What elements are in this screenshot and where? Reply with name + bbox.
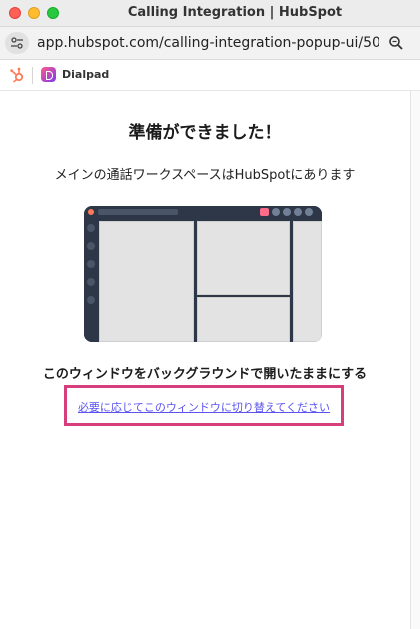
illustration-side-dot [87,260,95,268]
illustration-panel [293,221,322,342]
illustration-panel [99,221,194,342]
hubspot-sprocket-icon [10,67,24,83]
illustration-side-dot [87,242,95,250]
app-header: Dialpad [0,60,420,91]
page-subtitle: メインの通話ワークスペースはHubSpotにあります [54,168,356,183]
illustration-sidebar [84,218,98,342]
illustration-nav-dot [283,208,291,216]
header-divider [32,67,33,84]
switch-window-link[interactable]: 必要に応じてこのウィンドウに切り替えてください [67,399,341,415]
window-title: Calling Integration | HubSpot [127,5,343,20]
illustration-logo [88,209,94,215]
dialpad-logo-icon [41,67,56,82]
sliders-icon [11,37,23,49]
scrollbar-track[interactable] [410,91,420,629]
illustration-nav-dot [272,208,280,216]
illustration-panel [197,221,290,295]
minimize-window-button[interactable] [28,7,40,19]
illustration-side-dot [87,278,95,286]
illustration-search [98,209,178,215]
illustration-panel [197,297,290,342]
illustration-nav-dot [294,208,302,216]
close-window-button[interactable] [9,7,21,19]
keep-open-instruction: このウィンドウをバックグラウンドで開いたままにする [42,367,368,382]
illustration-nav-dot [305,208,313,216]
illustration-side-dot [87,224,95,232]
address-bar: app.hubspot.com/calling-integration-popu… [0,27,420,60]
magnifier-icon[interactable] [388,35,404,51]
illustration-side-dot [87,296,95,304]
window-titlebar: Calling Integration | HubSpot [0,0,420,27]
maximize-window-button[interactable] [47,7,59,19]
app-name: Dialpad [62,68,110,81]
url-text[interactable]: app.hubspot.com/calling-integration-popu… [37,35,379,51]
illustration-phone-icon [260,208,269,216]
illustration-topbar [84,206,322,218]
highlight-box: 必要に応じてこのウィンドウに切り替えてください [64,385,344,426]
workspace-illustration [84,206,322,342]
site-settings-button[interactable] [5,32,29,54]
page-heading: 準備ができました！ [128,123,282,143]
